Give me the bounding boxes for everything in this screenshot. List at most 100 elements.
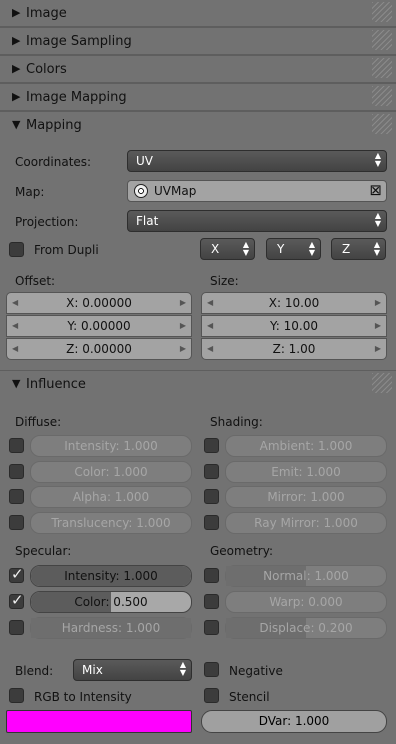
axis-x-value: X (211, 242, 220, 256)
increment-arrow-icon[interactable]: ▶ (375, 293, 381, 313)
specular-1-checkbox[interactable]: ✓ (9, 591, 24, 609)
increment-arrow-icon[interactable]: ▶ (180, 339, 186, 359)
shading-2-checkbox[interactable] (204, 489, 219, 504)
panel-title: Image (26, 6, 67, 21)
diffuse-0-checkbox[interactable] (9, 438, 24, 453)
diffuse-1-slider[interactable]: Color: 1.000 (30, 460, 192, 483)
shading-0-slider[interactable]: Ambient: 1.000 (225, 435, 387, 457)
updown-arrow-icon: ▲ ▼ (374, 211, 381, 228)
offset-x-field[interactable]: ◀ X: 0.00000 ▶ (6, 292, 192, 314)
stencil-label: Stencil (229, 690, 270, 704)
diffuse-0-slider[interactable]: Intensity: 1.000 (30, 435, 192, 457)
slider-value: Mirror: 1.000 (267, 490, 345, 504)
axis-z-value: Z (342, 242, 351, 256)
panel-colors[interactable]: ▶ Colors (0, 55, 396, 83)
geometry-label: Geometry: (210, 544, 274, 558)
geometry-1-slider[interactable]: Warp: 0.000 (225, 591, 387, 613)
specular-0-checkbox[interactable]: ✓ (9, 565, 24, 583)
drag-grip-icon[interactable] (372, 30, 392, 50)
coordinates-label: Coordinates: (15, 155, 92, 169)
size-x-field[interactable]: ◀ X: 10.00 ▶ (201, 292, 387, 314)
drag-grip-icon[interactable] (372, 114, 392, 134)
decrement-arrow-icon[interactable]: ◀ (12, 316, 18, 336)
panel-title: Image Mapping (26, 90, 127, 105)
panel-image-mapping[interactable]: ▶ Image Mapping (0, 83, 396, 111)
rgb-to-intensity-label: RGB to Intensity (34, 690, 132, 704)
specular-2-slider[interactable]: Hardness: 1.000 (30, 617, 192, 639)
slider-value: Ambient: 1.000 (259, 439, 353, 453)
offset-z-field[interactable]: ◀ Z: 0.00000 ▶ (6, 338, 192, 360)
collapsed-arrow-icon: ▶ (12, 34, 21, 47)
diffuse-label: Diffuse: (15, 415, 62, 429)
uv-map-icon (134, 184, 148, 198)
checkmark-icon: ✓ (11, 591, 24, 609)
drag-grip-icon[interactable] (372, 86, 392, 106)
shading-2-slider[interactable]: Mirror: 1.000 (225, 486, 387, 508)
drag-grip-icon[interactable] (372, 58, 392, 78)
collapsed-arrow-icon: ▶ (12, 6, 21, 19)
drag-grip-icon[interactable] (372, 2, 392, 22)
updown-arrow-icon: ▲ ▼ (373, 240, 380, 257)
projection-dropdown[interactable]: Flat ▲ ▼ (127, 210, 387, 232)
specular-2-checkbox[interactable] (9, 620, 24, 635)
panel-image-sampling[interactable]: ▶ Image Sampling (0, 27, 396, 55)
slider-value: Ray Mirror: 1.000 (254, 515, 358, 530)
uv-map-field[interactable]: UVMap ⊠ (127, 180, 387, 202)
offset-y-value: Y: 0.00000 (67, 319, 131, 333)
from-dupli-checkbox[interactable] (9, 242, 24, 257)
axis-z-dropdown[interactable]: Z ▲ ▼ (331, 238, 386, 260)
shading-0-checkbox[interactable] (204, 438, 219, 453)
clear-icon[interactable]: ⊠ (369, 181, 382, 199)
diffuse-3-slider[interactable]: Translucency: 1.000 (30, 511, 192, 534)
panel-image[interactable]: ▶ Image (0, 0, 396, 27)
geometry-0-checkbox[interactable] (204, 568, 219, 583)
increment-arrow-icon[interactable]: ▶ (375, 316, 381, 336)
geometry-0-slider[interactable]: Normal: 1.000 (225, 565, 387, 587)
specular-1-slider[interactable]: Color: 0.500 (30, 591, 192, 613)
geometry-2-checkbox[interactable] (204, 620, 219, 635)
increment-arrow-icon[interactable]: ▶ (180, 316, 186, 336)
decrement-arrow-icon[interactable]: ◀ (12, 339, 18, 359)
decrement-arrow-icon[interactable]: ◀ (207, 293, 213, 313)
projection-value: Flat (136, 214, 159, 228)
decrement-arrow-icon[interactable]: ◀ (207, 316, 213, 336)
decrement-arrow-icon[interactable]: ◀ (12, 293, 18, 313)
stencil-checkbox[interactable] (204, 688, 219, 703)
panel-influence[interactable]: ▼ Influence (0, 370, 396, 398)
slider-value: Color: 1.000 (74, 464, 148, 479)
panel-title: Image Sampling (26, 34, 132, 49)
geometry-1-checkbox[interactable] (204, 594, 219, 609)
diffuse-1-checkbox[interactable] (9, 463, 24, 479)
diffuse-2-checkbox[interactable] (9, 489, 24, 504)
size-z-value: Z: 1.00 (272, 342, 316, 356)
offset-y-field[interactable]: ◀ Y: 0.00000 ▶ (6, 315, 192, 337)
diffuse-3-checkbox[interactable] (9, 514, 24, 530)
drag-grip-icon[interactable] (372, 373, 392, 393)
dvar-slider[interactable]: DVar: 1.000 (201, 710, 387, 733)
blend-dropdown[interactable]: Mix ▲ ▼ (73, 659, 192, 681)
size-y-field[interactable]: ◀ Y: 10.00 ▶ (201, 315, 387, 337)
specular-0-slider[interactable]: Intensity: 1.000 (30, 565, 192, 587)
color-swatch[interactable] (6, 710, 192, 733)
panel-mapping[interactable]: ▼ Mapping (0, 111, 396, 139)
geometry-2-slider[interactable]: Displace: 0.200 (225, 617, 387, 639)
diffuse-2-slider[interactable]: Alpha: 1.000 (30, 486, 192, 508)
increment-arrow-icon[interactable]: ▶ (375, 339, 381, 359)
shading-1-checkbox[interactable] (204, 463, 219, 479)
negative-checkbox[interactable] (204, 662, 219, 677)
panel-title: Colors (26, 62, 67, 77)
rgb-to-intensity-checkbox[interactable] (9, 688, 24, 703)
axis-x-dropdown[interactable]: X ▲ ▼ (200, 238, 255, 260)
shading-3-checkbox[interactable] (204, 514, 219, 530)
slider-value: Hardness: 1.000 (61, 621, 161, 635)
decrement-arrow-icon[interactable]: ◀ (207, 339, 213, 359)
coordinates-dropdown[interactable]: UV ▲ ▼ (127, 150, 387, 172)
shading-1-slider[interactable]: Emit: 1.000 (225, 460, 387, 483)
increment-arrow-icon[interactable]: ▶ (180, 293, 186, 313)
axis-y-dropdown[interactable]: Y ▲ ▼ (266, 238, 321, 260)
expanded-arrow-icon: ▼ (12, 118, 21, 131)
shading-3-slider[interactable]: Ray Mirror: 1.000 (225, 511, 387, 534)
slider-value: Translucency: 1.000 (51, 515, 171, 530)
panel-title: Mapping (26, 118, 82, 133)
size-z-field[interactable]: ◀ Z: 1.00 ▶ (201, 338, 387, 360)
